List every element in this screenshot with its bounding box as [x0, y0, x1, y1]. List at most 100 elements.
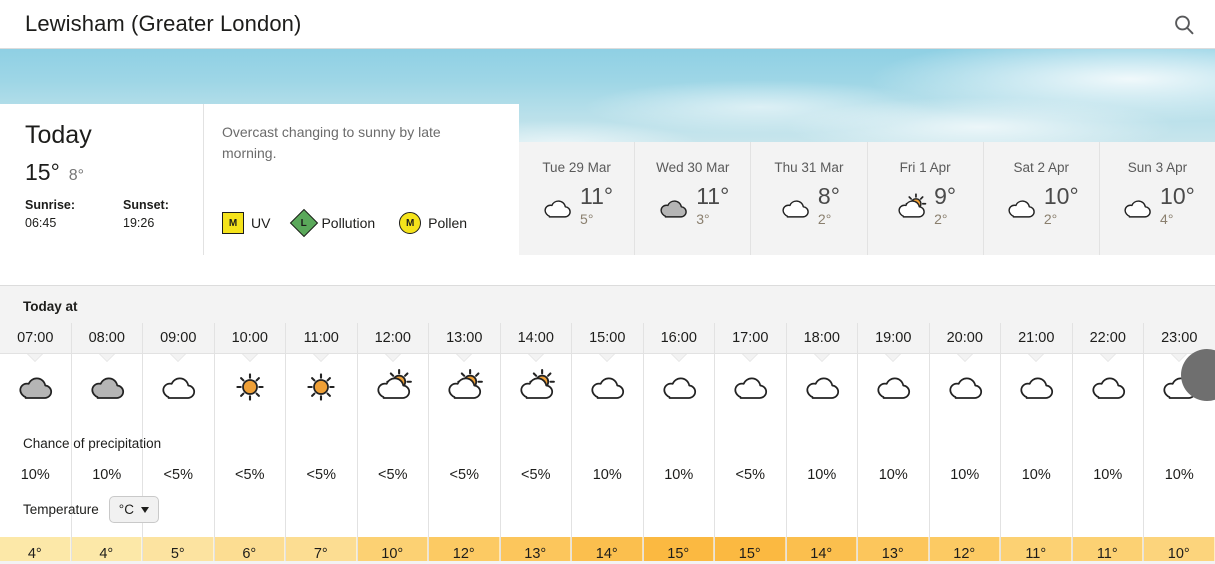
hour-column[interactable]: 12:00 <5% 10°	[357, 323, 429, 564]
hour-temperature-value: 13°	[500, 537, 571, 564]
hour-notch-indicator	[456, 353, 473, 362]
hour-spacer-precip-label	[429, 419, 500, 456]
hour-time: 21:00	[1001, 323, 1072, 354]
indicator-pollen[interactable]: M Pollen	[399, 212, 467, 234]
day-body: 10° 2°	[1004, 185, 1079, 230]
hour-column[interactable]: 19:00 10% 13°	[858, 323, 930, 564]
pollution-badge-icon: L	[290, 208, 319, 238]
day-name: Sat 2 Apr	[1013, 160, 1070, 175]
hour-spacer-precip-label	[858, 419, 929, 456]
hour-temperature-value: 4°	[0, 537, 71, 564]
hour-spacer-temp-label	[1144, 494, 1215, 537]
sunset-value: 19:26	[123, 216, 155, 231]
day-low-temp: 2°	[817, 211, 832, 227]
hour-column[interactable]: 13:00 <5% 12°	[429, 323, 501, 564]
hour-column[interactable]: 16:00 10% 15°	[643, 323, 715, 564]
cloud-white-icon	[1020, 377, 1054, 399]
sun-icon	[307, 372, 335, 401]
hour-notch-indicator	[170, 353, 187, 362]
cloud-grey-icon	[19, 377, 53, 399]
hour-temperature-value: 13°	[858, 537, 929, 564]
hour-spacer-precip-label	[715, 419, 786, 456]
hour-weather-icon-cell	[929, 354, 1000, 419]
search-button[interactable]	[1167, 8, 1201, 42]
sun-cloud-icon	[898, 193, 927, 218]
hour-weather-icon-cell	[214, 354, 285, 419]
hour-column[interactable]: 15:00 10% 14°	[572, 323, 644, 564]
hour-precipitation-value: <5%	[715, 456, 786, 494]
hour-spacer-precip-label	[786, 419, 857, 456]
today-right-column: Overcast changing to sunny by late morni…	[203, 104, 519, 255]
day-name: Wed 30 Mar	[656, 160, 730, 175]
day-forecast-card[interactable]: Sun 3 Apr 10° 4°	[1098, 142, 1215, 255]
today-temperatures: 15° 8°	[25, 159, 203, 186]
hour-spacer-temp-label	[214, 494, 285, 537]
day-high-temp: 9°	[934, 183, 957, 209]
indicator-label: UV	[251, 215, 271, 231]
hour-temperature-value: 15°	[715, 537, 786, 564]
hour-column[interactable]: 18:00 10% 14°	[786, 323, 858, 564]
hour-time: 18:00	[786, 323, 857, 354]
hour-time: 16:00	[643, 323, 714, 354]
hour-column[interactable]: 14:00 <5% 13°	[500, 323, 572, 564]
top-bar: Lewisham (Greater London)	[0, 0, 1215, 49]
hour-precipitation-value: <5%	[214, 456, 285, 494]
hour-column[interactable]: 10:00 <5% 6°	[214, 323, 286, 564]
hour-spacer-precip-label	[1001, 419, 1072, 456]
hour-column[interactable]: 20:00 10% 12°	[929, 323, 1001, 564]
hour-precipitation-value: 10%	[858, 456, 929, 494]
hour-spacer-temp-label	[357, 494, 428, 537]
uv-badge-icon: M	[222, 212, 244, 234]
hour-column[interactable]: 17:00 <5% 15°	[715, 323, 787, 564]
day-forecast-card[interactable]: Fri 1 Apr 9° 2°	[866, 142, 983, 255]
page-title: Lewisham (Greater London)	[25, 11, 302, 36]
day-name: Tue 29 Mar	[542, 160, 611, 175]
hour-notch-indicator	[1099, 353, 1116, 362]
hour-weather-icon-cell	[429, 354, 500, 419]
hour-weather-icon-cell	[858, 354, 929, 419]
day-low-temp: 3°	[696, 211, 710, 227]
hour-temperature-value: 14°	[786, 537, 857, 564]
sun-cloud-icon	[448, 368, 484, 399]
hour-column[interactable]: 21:00 10% 11°	[1001, 323, 1073, 564]
hour-time: 08:00	[71, 323, 142, 354]
hour-spacer-temp-label	[429, 494, 500, 537]
day-forecast-card[interactable]: Tue 29 Mar 11° 5°	[519, 142, 634, 255]
hour-spacer-precip-label	[929, 419, 1000, 456]
sunset-label: Sunset:	[123, 197, 169, 212]
today-label: Today	[25, 121, 92, 149]
temperature-unit-select[interactable]: °C	[108, 496, 159, 523]
pollen-badge-icon: M	[399, 212, 422, 234]
hour-spacer-temp-label	[786, 494, 857, 537]
sun-cloud-icon	[520, 368, 555, 399]
hour-column[interactable]: 11:00 <5% 7°	[286, 323, 358, 564]
hour-precipitation-value: 10%	[71, 456, 142, 494]
hour-time: 17:00	[715, 323, 786, 354]
hour-precipitation-value: 10%	[929, 456, 1000, 494]
hour-time: 15:00	[572, 323, 643, 354]
search-icon	[1175, 15, 1194, 35]
day-forecast-card[interactable]: Wed 30 Mar 11° 3°	[634, 142, 750, 255]
cloud-white-icon	[663, 377, 696, 399]
hour-column[interactable]: 22:00 10% 11°	[1072, 323, 1144, 564]
hour-spacer-precip-label	[500, 419, 571, 456]
hour-notch-indicator	[27, 353, 44, 362]
hour-temperature-value: 12°	[929, 537, 1000, 564]
hour-weather-icon-cell	[286, 354, 357, 419]
hour-weather-icon-cell	[786, 354, 857, 419]
hour-time: 14:00	[500, 323, 571, 354]
hour-time: 09:00	[143, 323, 214, 354]
indicator-uv[interactable]: M UV	[222, 212, 270, 234]
chevron-down-icon	[140, 506, 149, 513]
hour-time: 11:00	[286, 323, 357, 354]
cloud-grey-icon	[660, 200, 688, 218]
day-low-temp: 5°	[580, 211, 594, 227]
indicator-pollution[interactable]: L Pollution	[290, 208, 375, 238]
hour-weather-icon-cell	[500, 354, 571, 419]
hour-time: 13:00	[429, 323, 500, 354]
hour-notch-indicator	[1028, 353, 1045, 362]
hour-time: 20:00	[929, 323, 1000, 354]
day-forecast-card[interactable]: Thu 31 Mar 8° 2°	[750, 142, 866, 255]
day-forecast-card[interactable]: Sat 2 Apr 10° 2°	[982, 142, 1099, 255]
hour-spacer-precip-label	[357, 419, 428, 456]
